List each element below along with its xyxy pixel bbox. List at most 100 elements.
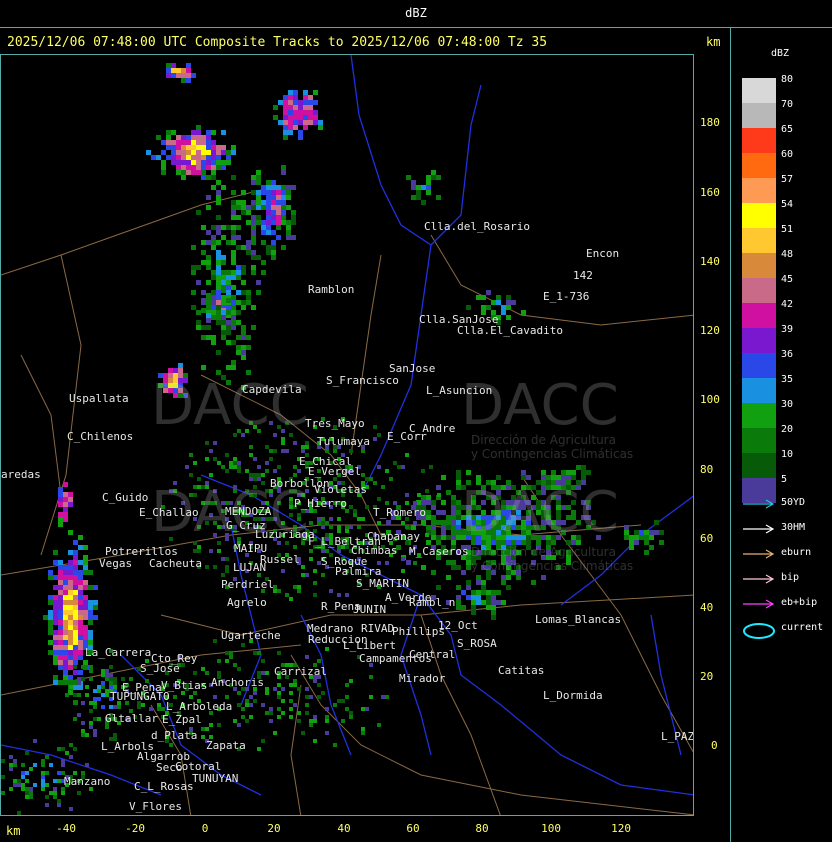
place-label: T_Romero xyxy=(373,506,426,519)
radar-cell xyxy=(63,507,68,512)
radar-cell xyxy=(88,610,93,615)
radar-cell xyxy=(491,590,496,595)
radar-cell xyxy=(58,625,63,630)
radar-cell xyxy=(191,165,196,170)
radar-cell xyxy=(333,703,337,707)
radar-cell xyxy=(206,175,211,180)
radar-cell xyxy=(63,635,68,640)
radar-cell xyxy=(68,565,73,570)
radar-cell xyxy=(77,677,81,681)
radar-cell xyxy=(171,73,176,78)
radar-cell xyxy=(85,685,89,689)
radar-cell xyxy=(288,130,293,135)
radar-cell xyxy=(216,240,221,245)
radar-cell xyxy=(17,811,21,815)
radar-cell xyxy=(269,449,273,453)
radar-cell xyxy=(176,155,181,160)
radar-cell xyxy=(321,549,325,553)
radar-cell xyxy=(161,150,166,155)
radar-cell xyxy=(186,68,191,73)
radar-cell xyxy=(109,681,113,685)
radar-cell xyxy=(178,363,183,368)
radar-cell xyxy=(206,155,211,160)
radar-cell xyxy=(261,220,266,225)
radar-cell xyxy=(48,615,53,620)
place-label: Carrizal xyxy=(274,665,327,678)
radar-cell xyxy=(229,461,233,465)
radar-cell xyxy=(63,482,68,487)
radar-cell xyxy=(69,743,73,747)
watermark-logo: DACC xyxy=(461,373,619,438)
radar-cell xyxy=(1,759,5,763)
radar-cell xyxy=(318,120,323,125)
radar-cell xyxy=(201,250,206,255)
radar-cell xyxy=(191,160,196,165)
radar-cell xyxy=(58,522,63,527)
radar-cell xyxy=(281,245,286,250)
radar-cell xyxy=(58,605,63,610)
radar-cell xyxy=(333,743,337,747)
radar-cell xyxy=(216,215,221,220)
radar-cell xyxy=(83,565,88,570)
radar-cell xyxy=(33,783,37,787)
radar-cell xyxy=(291,185,296,190)
place-label: E_Challao xyxy=(139,506,199,519)
radar-cell xyxy=(317,695,321,699)
radar-cell xyxy=(209,449,213,453)
title-bar: dBZ xyxy=(0,0,832,28)
radar-cell xyxy=(73,693,77,697)
track-legend-row: 50YD xyxy=(741,497,805,511)
radar-cell xyxy=(236,225,241,230)
radar-cell xyxy=(245,703,249,707)
radar-cell xyxy=(196,130,201,135)
place-label: Manzano xyxy=(64,775,111,788)
radar-cell xyxy=(57,799,61,803)
y-tick-label: 20 xyxy=(700,670,714,683)
radar-cell xyxy=(241,330,246,335)
radar-cell xyxy=(283,100,288,105)
radar-cell xyxy=(446,490,451,495)
radar-cell xyxy=(171,63,176,68)
radar-cell xyxy=(97,717,101,721)
radar-cell xyxy=(293,110,298,115)
radar-cell xyxy=(349,449,353,453)
radar-cell xyxy=(381,485,385,489)
radar-cell xyxy=(206,230,211,235)
y-tick-label: 160 xyxy=(700,186,720,199)
radar-cell xyxy=(181,140,186,145)
radar-cell xyxy=(286,185,291,190)
radar-cell xyxy=(101,693,105,697)
radar-map[interactable]: DACC DACC DACC DACC Dirección de Agricul… xyxy=(0,54,694,816)
radar-cell xyxy=(471,600,476,605)
radar-cell xyxy=(226,298,231,303)
radar-cell xyxy=(321,525,325,529)
radar-cell xyxy=(73,685,78,690)
radar-cell xyxy=(237,461,241,465)
radar-cell xyxy=(58,580,63,585)
radar-cell xyxy=(216,255,221,260)
radar-cell xyxy=(654,530,659,535)
radar-cell xyxy=(205,727,209,731)
radar-cell xyxy=(221,185,226,190)
radar-cell xyxy=(221,295,226,300)
radar-cell xyxy=(576,465,581,470)
track-legend-label: bip xyxy=(781,572,800,583)
place-label: Uspallata xyxy=(69,392,129,405)
radar-cell xyxy=(241,265,246,270)
radar-cell xyxy=(81,665,85,669)
radar-cell xyxy=(73,747,77,751)
y-tick-label: 140 xyxy=(700,255,720,268)
radar-cell xyxy=(266,180,271,185)
radar-cell xyxy=(186,140,191,145)
radar-cell xyxy=(429,465,433,469)
radar-cell xyxy=(236,320,241,325)
radar-cell xyxy=(213,695,217,699)
radar-cell xyxy=(58,560,63,565)
place-label: Vegas xyxy=(99,557,133,570)
radar-cell xyxy=(53,791,57,795)
radar-cell xyxy=(196,155,201,160)
radar-cell xyxy=(416,185,421,190)
radar-cell xyxy=(361,473,365,477)
x-tick-label: 60 xyxy=(406,822,420,835)
radar-cell xyxy=(377,723,381,727)
